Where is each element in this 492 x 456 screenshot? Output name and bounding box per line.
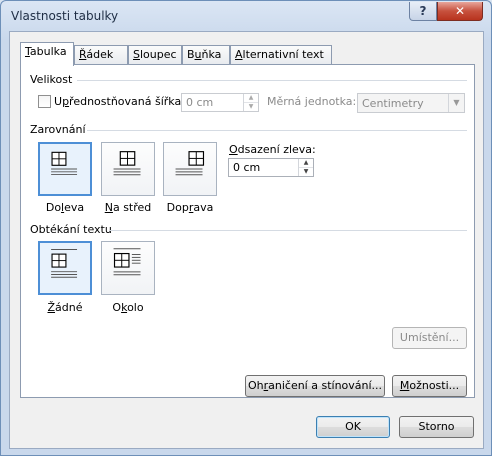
tab-alternativni-text[interactable]: Alternativní text [230, 45, 332, 65]
wrap-none-label: Žádné [47, 301, 83, 314]
options-button[interactable]: Možnosti... [392, 375, 467, 397]
wrapping-group-label: Obtékání textu [30, 223, 112, 236]
unit-select[interactable]: Centimetry ▼ [357, 93, 465, 113]
borders-shading-button[interactable]: Ohraničení a stínování... [245, 375, 385, 397]
help-icon: ? [419, 4, 427, 18]
help-button[interactable]: ? [409, 2, 437, 21]
indent-value: 0 cm [233, 161, 261, 174]
preferred-width-checkbox[interactable] [38, 95, 51, 108]
close-icon: ✕ [454, 4, 466, 18]
indent-label: Odsazení zleva: [229, 143, 316, 156]
wrapping-divider [109, 230, 467, 231]
wrap-around-option[interactable] [101, 241, 155, 295]
tab-sloupec[interactable]: Sloupec [128, 45, 182, 65]
wrap-around-icon [113, 248, 141, 276]
ok-button[interactable]: OK [316, 416, 390, 438]
spin-up-icon[interactable]: ▲ [299, 159, 313, 167]
align-left-icon [51, 151, 78, 176]
wrap-around-label: Okolo [112, 301, 144, 314]
preferred-width-value: 0 cm [186, 96, 214, 109]
close-button[interactable]: ✕ [437, 2, 483, 21]
align-right-label: Doprava [166, 201, 214, 214]
alignment-group-label: Zarovnání [30, 123, 86, 136]
size-divider [77, 80, 467, 81]
cancel-button[interactable]: Storno [399, 416, 474, 438]
tab-radek[interactable]: Řádek [74, 45, 128, 65]
chevron-down-icon: ▼ [448, 94, 464, 112]
positioning-button[interactable]: Umístění... [392, 327, 467, 349]
align-right-option[interactable] [163, 142, 217, 196]
indent-spinner[interactable]: 0 cm ▲ ▼ [228, 158, 314, 177]
align-left-label: Doleva [45, 201, 85, 214]
tab-bunka[interactable]: Buňka [182, 45, 230, 65]
tab-panel-tabulka: Velikost Upřednostňovaná šířka: 0 cm ▲ ▼… [20, 64, 475, 398]
wrap-none-option[interactable] [38, 241, 92, 295]
spin-up-icon[interactable]: ▲ [244, 94, 258, 102]
dialog-title: Vlastnosti tabulky [11, 9, 119, 23]
align-left-option[interactable] [38, 142, 92, 196]
spin-down-icon[interactable]: ▼ [299, 167, 313, 175]
preferred-width-spinner[interactable]: 0 cm ▲ ▼ [181, 93, 259, 112]
title-bar[interactable]: Vlastnosti tabulky ? ✕ [1, 1, 491, 31]
dialog-client: Tabulka Řádek Sloupec Buňka Alternativní… [9, 31, 484, 449]
unit-label: Měrná jednotka: [267, 95, 357, 108]
unit-select-value: Centimetry [362, 97, 424, 110]
align-center-icon [113, 151, 141, 176]
align-right-icon [175, 151, 205, 176]
align-center-option[interactable] [101, 142, 155, 196]
tab-tabulka[interactable]: Tabulka [20, 42, 74, 66]
preferred-width-label[interactable]: Upřednostňovaná šířka: [54, 95, 185, 108]
dialog-window: Vlastnosti tabulky ? ✕ Tabulka Řádek Slo… [0, 0, 492, 456]
wrap-none-icon [51, 249, 78, 278]
align-center-label: Na střed [104, 201, 152, 214]
size-group-label: Velikost [30, 73, 73, 86]
spin-down-icon[interactable]: ▼ [244, 102, 258, 110]
alignment-divider [87, 130, 467, 131]
